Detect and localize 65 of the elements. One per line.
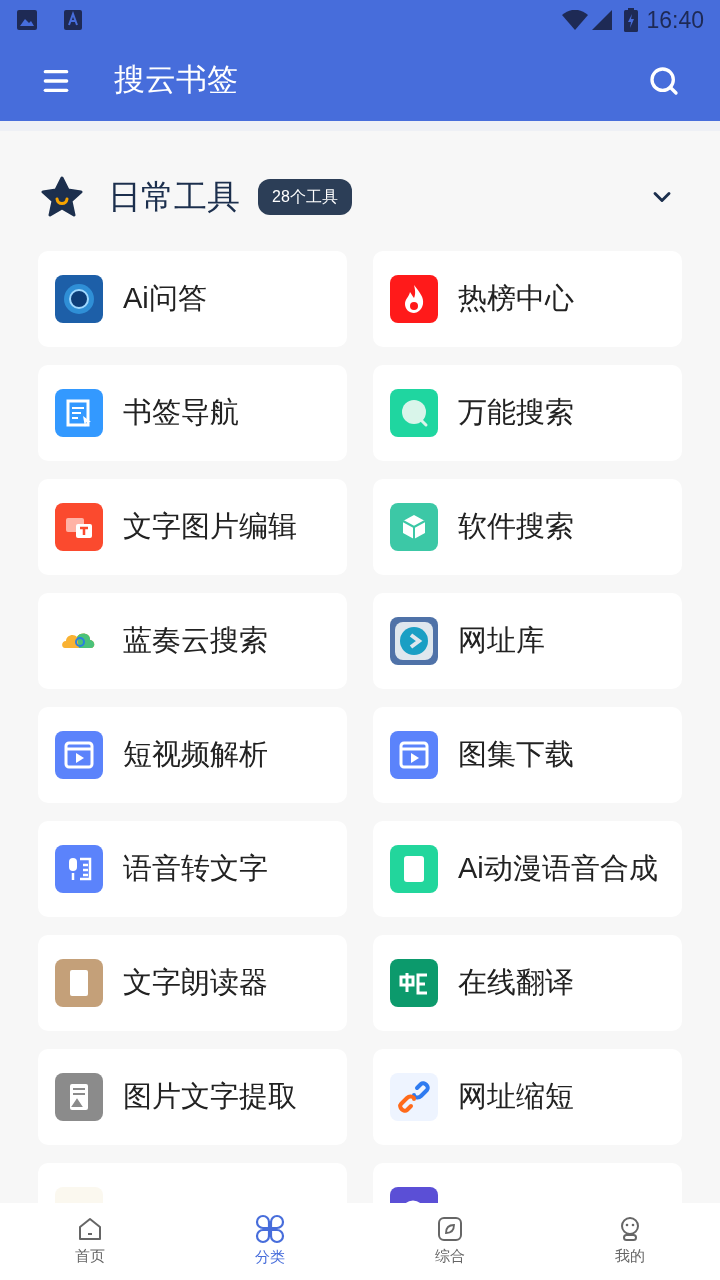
battery-icon bbox=[624, 8, 639, 32]
link-icon bbox=[390, 1073, 438, 1121]
video-clip-icon bbox=[390, 731, 438, 779]
tool-count-badge: 28个工具 bbox=[258, 179, 352, 215]
tool-label: 在线翻译 bbox=[458, 965, 574, 1001]
tool-card[interactable]: 书签导航 bbox=[38, 365, 347, 461]
search-icon bbox=[390, 389, 438, 437]
tool-card[interactable]: 热榜中心 bbox=[373, 251, 682, 347]
document-icon bbox=[390, 845, 438, 893]
tool-card[interactable]: 语音转文字 bbox=[38, 821, 347, 917]
tool-card[interactable]: 文字朗读器 bbox=[38, 935, 347, 1031]
nav-tab[interactable]: 首页 bbox=[0, 1203, 180, 1280]
tool-label: 万能搜索 bbox=[458, 395, 574, 431]
microphone-icon bbox=[55, 845, 103, 893]
search-icon[interactable] bbox=[648, 64, 680, 97]
tool-label: 蓝奏云搜索 bbox=[123, 623, 268, 659]
tool-card[interactable]: 短视频解析 bbox=[38, 707, 347, 803]
tool-card[interactable]: 在线翻译 bbox=[373, 935, 682, 1031]
status-time: 16:40 bbox=[646, 5, 704, 35]
bookmark-page-icon bbox=[55, 389, 103, 437]
clover-icon bbox=[255, 1214, 285, 1245]
document-icon bbox=[55, 959, 103, 1007]
tool-card[interactable]: 网址库 bbox=[373, 593, 682, 689]
tool-label: 图片文字提取 bbox=[123, 1079, 297, 1115]
compass-icon bbox=[436, 1215, 464, 1244]
nav-tab[interactable]: 分类 bbox=[180, 1203, 360, 1280]
image-text-icon bbox=[55, 1073, 103, 1121]
tool-label: 软件搜索 bbox=[458, 509, 574, 545]
tool-label: 图集下载 bbox=[458, 737, 574, 773]
tool-label: 网址缩短 bbox=[458, 1079, 574, 1115]
font-icon bbox=[64, 10, 82, 30]
nav-tab[interactable]: 综合 bbox=[360, 1203, 540, 1280]
tool-label: 文字朗读器 bbox=[123, 965, 268, 1001]
cube-icon bbox=[390, 503, 438, 551]
nav-tab[interactable]: 我的 bbox=[540, 1203, 720, 1280]
tool-card[interactable]: 万能搜索 bbox=[373, 365, 682, 461]
tool-card[interactable]: 文字图片编辑 bbox=[38, 479, 347, 575]
tool-card[interactable]: 网址缩短 bbox=[373, 1049, 682, 1145]
tool-label: 书签导航 bbox=[123, 395, 239, 431]
tool-card[interactable]: 图集下载 bbox=[373, 707, 682, 803]
video-clip-icon bbox=[55, 731, 103, 779]
tool-label: Ai动漫语音合成 bbox=[458, 851, 658, 887]
tool-card[interactable]: 蓝奏云搜索 bbox=[38, 593, 347, 689]
tool-card[interactable]: 图片文字提取 bbox=[38, 1049, 347, 1145]
tool-card[interactable]: 软件搜索 bbox=[373, 479, 682, 575]
circle-logo-icon bbox=[390, 617, 438, 665]
signal-icon bbox=[592, 10, 613, 30]
flame-icon bbox=[390, 275, 438, 323]
image-icon bbox=[16, 9, 38, 31]
star-icon bbox=[40, 176, 84, 218]
app-title: 搜云书签 bbox=[114, 61, 238, 100]
tool-label: 文字图片编辑 bbox=[123, 509, 297, 545]
section-title: 日常工具 bbox=[108, 177, 240, 218]
image-text-icon bbox=[55, 503, 103, 551]
cloud-search-icon bbox=[61, 632, 97, 650]
translate-icon bbox=[390, 959, 438, 1007]
tool-card[interactable]: Ai问答 bbox=[38, 251, 347, 347]
tool-label: 网址库 bbox=[458, 623, 545, 659]
ai-head-icon bbox=[55, 275, 103, 323]
tool-label: 短视频解析 bbox=[123, 737, 268, 773]
tool-label: 热榜中心 bbox=[458, 281, 574, 317]
tool-card[interactable]: Ai动漫语音合成 bbox=[373, 821, 682, 917]
tool-label: Ai问答 bbox=[123, 281, 207, 317]
tool-label: 语音转文字 bbox=[123, 851, 268, 887]
wifi-icon bbox=[562, 10, 589, 30]
